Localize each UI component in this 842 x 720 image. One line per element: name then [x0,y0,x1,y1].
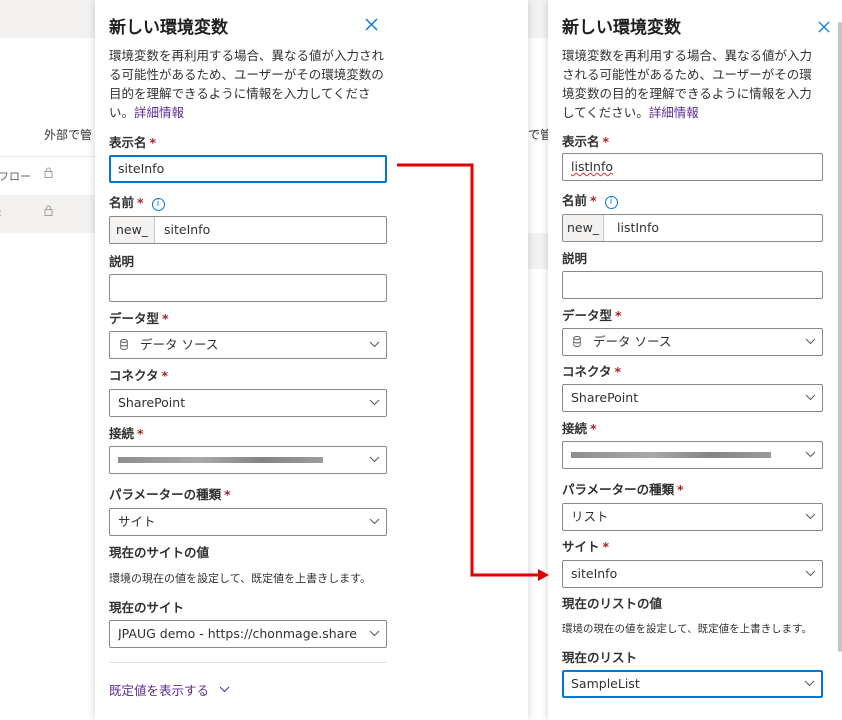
more-info-link[interactable]: 詳細情報 [649,105,699,120]
current-value-heading: 現在のリストの値 [562,596,663,611]
chevron-down-icon [369,621,380,637]
background-list-left: 外部で管 フロー : [0,0,95,720]
column-header-external: で管 [528,128,548,142]
redacted-connection [571,452,771,458]
show-default-toggle[interactable]: 既定値を表示する [109,680,230,699]
name-input[interactable]: new_ siteInfo [109,216,387,244]
name-value: listInfo [617,220,660,235]
close-icon[interactable] [365,18,378,35]
chevron-down-icon [804,672,815,687]
panel-title: 新しい環境変数 [109,18,228,38]
site-label: サイト * [562,539,610,554]
info-icon[interactable]: i [151,198,165,211]
connector-value: SharePoint [118,395,186,410]
lock-icon [44,167,53,181]
parameter-type-dropdown[interactable]: サイト [109,508,387,536]
parameter-type-value: リスト [571,509,609,524]
connector-label: コネクタ * [562,364,622,379]
name-label: 名前 * i [109,192,165,211]
background-list-middle: で管 [528,0,548,720]
new-env-variable-panel-right: 新しい環境変数 環境変数を再利用する場合、異なる値が入力される可能性があるため、… [548,0,842,720]
display-name-input[interactable]: listInfo [562,153,823,181]
panel-title: 新しい環境変数 [562,18,681,38]
display-name-input[interactable]: siteInfo [109,155,387,183]
display-name-value: listInfo [571,159,614,174]
current-site-dropdown[interactable]: JPAUG demo - https://chonmage.sharepo... [109,620,387,648]
current-value-note: 環境の現在の値を設定して、既定値を上書きします。 [109,572,372,585]
description-input[interactable] [109,274,387,302]
chevron-down-icon [369,509,380,525]
description-label: 説明 [109,254,135,269]
scrollbar[interactable] [838,22,842,652]
new-env-variable-panel-left: 新しい環境変数 環境変数を再利用する場合、異なる値が入力される可能性があるため、… [95,0,528,720]
chevron-down-icon [805,385,816,401]
table-row-selected[interactable]: : [0,195,95,233]
close-icon[interactable] [818,20,830,37]
name-prefix: new_ [563,215,604,241]
database-icon [120,339,128,350]
lock-icon [44,205,53,219]
current-value-heading: 現在のサイトの値 [109,545,210,560]
data-type-label: データ型 * [109,311,169,326]
connector-dropdown[interactable]: SharePoint [562,384,823,412]
connector-label: コネクタ * [109,368,169,383]
current-list-value: SampleList [571,676,640,691]
site-value: siteInfo [571,566,618,581]
description-input[interactable] [562,271,823,299]
chevron-down-icon [369,390,380,406]
chevron-down-icon [805,329,816,345]
data-type-dropdown[interactable]: データ ソース [562,328,823,356]
chevron-down-icon [369,447,380,463]
parameter-type-label: パラメーターの種類 * [562,482,684,497]
chevron-down-icon [369,332,380,348]
chevron-down-icon [805,442,816,458]
data-type-dropdown[interactable]: データ ソース [109,331,387,359]
name-prefix: new_ [110,217,155,243]
connection-dropdown[interactable] [562,441,823,469]
panel-description: 環境変数を再利用する場合、異なる値が入力される可能性があるため、ユーザーがその環… [109,46,389,122]
name-value: siteInfo [164,222,211,237]
connection-label: 接続 * [562,421,597,436]
current-site-label: 現在のサイト [109,600,185,615]
show-default-label: 既定値を表示する [109,683,210,698]
name-input[interactable]: new_ listInfo [562,214,823,242]
chevron-down-icon [219,681,230,696]
data-type-label: データ型 * [562,308,622,323]
parameter-type-label: パラメーターの種類 * [109,487,231,502]
redacted-connection [118,457,323,463]
current-list-label: 現在のリスト [562,650,638,665]
current-list-dropdown[interactable]: SampleList [562,670,823,698]
connector-value: SharePoint [571,390,639,405]
divider [109,662,387,663]
connection-dropdown[interactable] [109,446,387,474]
table-row-selected[interactable] [528,233,548,269]
connection-label: 接続 * [109,426,144,441]
database-icon [573,336,581,347]
chevron-down-icon [805,561,816,577]
table-row[interactable]: フロー [0,156,95,196]
panel-description: 環境変数を再利用する場合、異なる値が入力される可能性があるため、ユーザーがその環… [562,46,814,122]
display-name-value: siteInfo [118,161,165,176]
chevron-down-icon [805,504,816,520]
display-name-label: 表示名 * [562,134,610,149]
name-label: 名前 * i [562,190,618,209]
parameter-type-value: サイト [118,514,156,529]
display-name-label: 表示名 * [109,135,157,150]
description-label: 説明 [562,251,588,266]
current-value-note: 環境の現在の値を設定して、既定値を上書きします。 [562,623,813,635]
parameter-type-dropdown[interactable]: リスト [562,503,823,531]
row-text: フロー [0,170,31,183]
current-site-value: JPAUG demo - https://chonmage.sharepo... [118,626,358,641]
data-type-value: データ ソース [593,334,672,349]
site-dropdown[interactable]: siteInfo [562,560,823,588]
info-icon[interactable]: i [604,196,618,209]
more-info-link[interactable]: 詳細情報 [134,105,184,120]
connector-dropdown[interactable]: SharePoint [109,389,387,417]
column-header-external: 外部で管 [44,128,93,142]
row-marker: : [0,206,2,219]
data-type-value: データ ソース [140,337,219,352]
